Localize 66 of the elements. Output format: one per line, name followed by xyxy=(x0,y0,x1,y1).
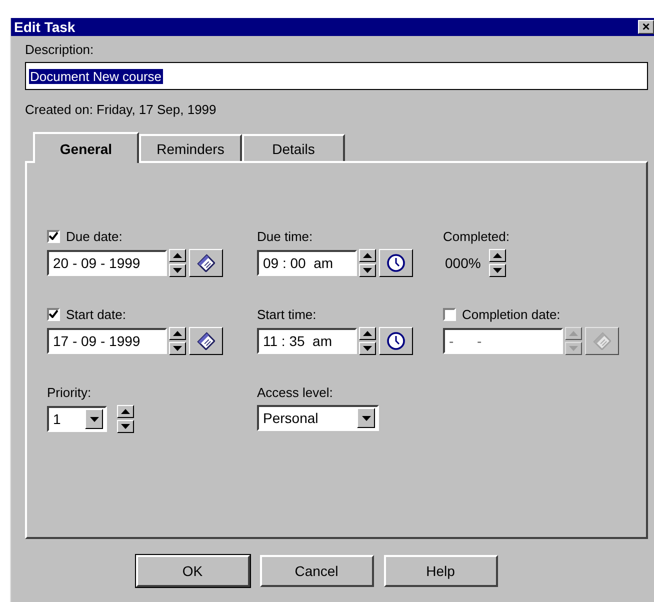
spin-up-button[interactable] xyxy=(117,405,134,418)
down-arrow-icon xyxy=(363,268,372,273)
down-arrow-icon xyxy=(492,268,502,273)
up-arrow-icon xyxy=(492,253,502,258)
calendar-button[interactable] xyxy=(189,327,223,355)
clock-icon xyxy=(386,331,406,351)
field-label: Description: xyxy=(25,42,95,57)
spin-up-button[interactable] xyxy=(169,249,186,262)
down-arrow-icon xyxy=(362,416,370,420)
dropdown-button[interactable] xyxy=(357,408,375,428)
spin-down-button[interactable] xyxy=(359,342,376,355)
field-label: Start time: xyxy=(257,306,316,322)
time-field[interactable]: 09 : 00 am xyxy=(257,250,357,276)
checkbox[interactable] xyxy=(47,308,60,320)
selected-text: Document New course xyxy=(29,68,162,84)
date-field[interactable]: 20 - 09 - 1999 xyxy=(47,250,167,276)
down-arrow-icon xyxy=(121,424,130,429)
tab[interactable]: Details xyxy=(242,134,345,161)
up-arrow-icon xyxy=(173,331,182,336)
up-arrow-icon xyxy=(173,253,182,258)
tab[interactable]: General xyxy=(33,132,139,163)
clock-button[interactable] xyxy=(379,327,413,355)
tab[interactable]: Reminders xyxy=(139,134,242,161)
date-field[interactable]: 17 - 09 - 1999 xyxy=(47,328,167,354)
priority-dropdown[interactable]: 1 xyxy=(47,406,107,432)
clock-button[interactable] xyxy=(379,249,413,277)
down-arrow-icon xyxy=(363,346,372,351)
field-label: Due time: xyxy=(257,228,313,244)
spin-down-button[interactable] xyxy=(488,264,506,277)
spin-up-button[interactable] xyxy=(169,327,186,340)
dialog-button[interactable]: Cancel xyxy=(260,555,374,587)
time-field[interactable]: 11 : 35 am xyxy=(257,328,357,354)
down-arrow-icon xyxy=(90,416,98,422)
percent-value: 000% xyxy=(444,255,482,271)
up-arrow-icon xyxy=(121,409,130,414)
description-field[interactable]: Document New course xyxy=(25,62,648,90)
field-label: Priority: xyxy=(47,384,92,400)
spin-down-button[interactable] xyxy=(169,264,186,277)
calendar-button[interactable] xyxy=(189,249,223,277)
field-label: Access level: xyxy=(257,384,333,400)
spin-down-button[interactable] xyxy=(359,264,376,277)
spin-up-button[interactable] xyxy=(488,249,506,262)
up-arrow-icon xyxy=(569,331,578,336)
calendar-button[interactable] xyxy=(585,327,619,355)
field-label: Start date: xyxy=(66,306,126,322)
close-button[interactable]: × xyxy=(638,20,654,34)
down-arrow-icon xyxy=(569,346,578,351)
spin-up-button[interactable] xyxy=(359,327,376,340)
field-label: Due date: xyxy=(66,228,122,244)
spin-down-button[interactable] xyxy=(117,420,134,433)
checkbox[interactable] xyxy=(47,230,60,242)
field-label: Completion date: xyxy=(462,306,560,322)
up-arrow-icon xyxy=(363,331,372,336)
window-title: Edit Task xyxy=(14,19,76,35)
dialog-button[interactable]: Help xyxy=(384,555,498,587)
dropdown-button[interactable] xyxy=(85,409,103,429)
dialog-button[interactable]: OK xyxy=(136,555,250,587)
down-arrow-icon xyxy=(173,268,182,273)
down-arrow-icon xyxy=(173,346,182,351)
spin-up-button[interactable] xyxy=(359,249,376,262)
field-label: Completed: xyxy=(443,228,510,244)
clock-icon xyxy=(386,253,406,273)
access-level-dropdown[interactable]: Personal xyxy=(257,405,379,431)
spin-down-button[interactable] xyxy=(169,342,186,355)
up-arrow-icon xyxy=(363,253,372,258)
created-date: Created on: Friday, 17 Sep, 1999 xyxy=(25,102,218,117)
